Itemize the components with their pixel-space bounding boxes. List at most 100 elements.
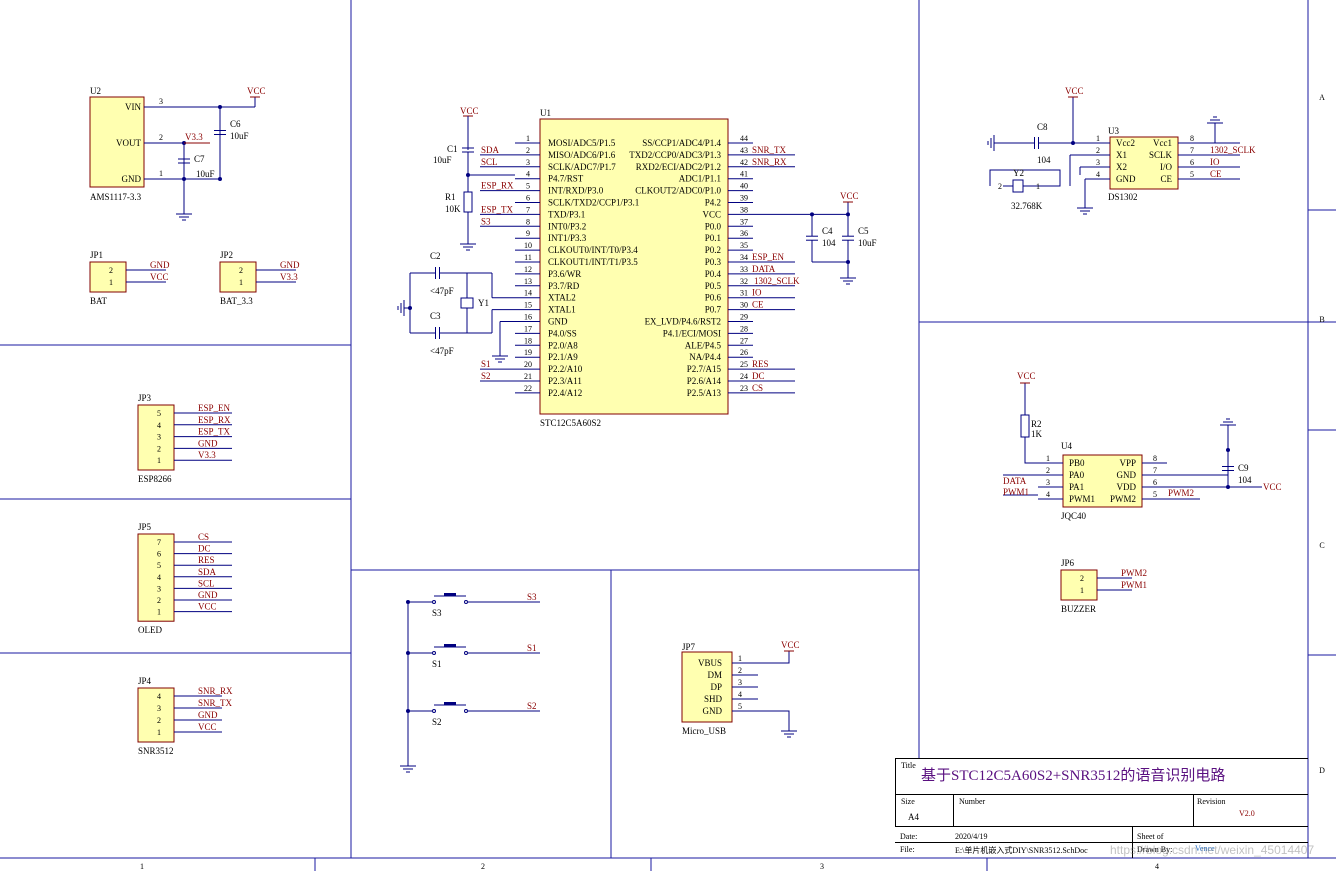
jp7-pin-num: 5 <box>738 702 742 711</box>
u1-right-num: 44 <box>740 134 748 143</box>
y2-pin2: 2 <box>998 182 1002 191</box>
u1-left-pin: P4.7/RST <box>548 174 584 184</box>
u1-left-pin: SCLK/ADC7/P1.7 <box>548 162 616 172</box>
zone-col-label: 3 <box>820 862 824 871</box>
u3-name: DS1302 <box>1108 192 1138 202</box>
u1-right-pin: TXD2/CCP0/ADC3/P1.3 <box>629 150 721 160</box>
revision-label: Revision <box>1197 797 1226 806</box>
jp4-net-label: SNR_TX <box>198 698 233 708</box>
jp5-pin-num: 2 <box>157 596 161 605</box>
wire <box>1167 430 1229 476</box>
u1-right-num: 28 <box>740 324 748 333</box>
schematic-drawing: ABCD1 2 3 4 U2VIN3VOUT2GND1AMS1117-3.3VCCV3… <box>0 0 1336 871</box>
jp5-net-label: GND <box>198 590 218 600</box>
jp6-pin-num: 2 <box>1080 574 1084 583</box>
u1-left-pin: P2.1/A9 <box>548 352 578 362</box>
u3-right-num: 8 <box>1190 134 1194 143</box>
u1-right-num: 31 <box>740 289 748 298</box>
jp6-net-label: PWM1 <box>1121 580 1147 590</box>
jp3-net-label: V3.3 <box>198 450 216 460</box>
switch-designator: S1 <box>432 659 442 669</box>
u2-pin-num: 2 <box>159 133 163 142</box>
y2-pin1: 1 <box>1036 182 1040 191</box>
c2-des: C2 <box>430 251 441 261</box>
wire <box>758 710 790 725</box>
switch-net: S1 <box>527 643 537 653</box>
c4-des: C4 <box>822 226 833 236</box>
u4-left-num: 1 <box>1046 454 1050 463</box>
u3-left-num: 4 <box>1096 170 1100 179</box>
jp3-pin-num: 5 <box>157 409 161 418</box>
u3-right-net: CE <box>1210 169 1222 179</box>
size-label: Size <box>901 797 915 806</box>
u3-right-pin: SCLK <box>1149 150 1173 160</box>
u1-left-num: 12 <box>524 265 532 274</box>
u1-left-net: S2 <box>481 371 491 381</box>
u1-right-pin: P2.5/A13 <box>687 388 722 398</box>
u1-left-num: 2 <box>526 146 530 155</box>
size-value: A4 <box>908 812 919 822</box>
jp1-designator: JP1 <box>90 250 103 260</box>
u2-pin-num: 1 <box>159 169 163 178</box>
u4-right-pin: VDD <box>1117 482 1137 492</box>
u1-right-net: DATA <box>752 264 776 274</box>
jp6-designator: JP6 <box>1061 558 1075 568</box>
zone-row-label: D <box>1319 766 1325 775</box>
jp1-body <box>89 261 127 293</box>
u1-left-pin: P3.6/WR <box>548 269 581 279</box>
u3-left-num: 1 <box>1096 134 1100 143</box>
u1-right-pin: P2.7/A15 <box>687 364 722 374</box>
zone-row-label: A <box>1319 93 1325 102</box>
switch-button <box>444 644 456 647</box>
u1-right-num: 39 <box>740 194 748 203</box>
switch-designator: S2 <box>432 717 442 727</box>
u3-right-num: 6 <box>1190 158 1194 167</box>
jp3-designator: JP3 <box>138 393 152 403</box>
drawing-title: 基于STC12C5A60S2+SNR3512的语音识别电路 <box>921 768 1226 784</box>
u1-left-num: 20 <box>524 360 532 369</box>
jp7-pin-name: GND <box>703 706 723 716</box>
date-value: 2020/4/19 <box>955 832 988 841</box>
u1-left-num: 17 <box>524 324 532 333</box>
switch-net: S3 <box>527 592 537 602</box>
u1-right-pin: RXD2/ECI/ADC2/P1.2 <box>636 162 721 172</box>
switch-contact <box>432 651 436 655</box>
u1-left-pin: INT0/P3.2 <box>548 221 586 231</box>
u1-right-pin: VCC <box>702 209 721 219</box>
u1-left-pin: TXD/P3.1 <box>548 209 585 219</box>
u1-left-pin: P4.0/SS <box>548 328 577 338</box>
jp4-pin-num: 1 <box>157 728 161 737</box>
u1-right-num: 30 <box>740 301 748 310</box>
date-label: Date: <box>900 832 918 841</box>
u1-left-num: 4 <box>526 170 530 179</box>
u1-right-net: RES <box>752 359 769 369</box>
u3-left-pin: X2 <box>1116 162 1127 172</box>
u1-left-net: ESP_RX <box>481 181 514 191</box>
u1-right-pin: P4.2 <box>705 198 721 208</box>
switch-contact <box>464 651 468 655</box>
u3-right-num: 5 <box>1190 170 1194 179</box>
jp5-body <box>137 533 175 622</box>
c1-val: 10uF <box>433 155 452 165</box>
u1-designator: U1 <box>540 108 551 118</box>
u4-left-num: 4 <box>1046 490 1050 499</box>
jp4-pin-num: 2 <box>157 716 161 725</box>
u1-left-pin: CLKOUT1/INT/T1/P3.5 <box>548 257 638 267</box>
u3-right-pin: CE <box>1160 174 1172 184</box>
jp2-designator: JP2 <box>220 250 233 260</box>
jp2-pin-num: 1 <box>239 278 243 287</box>
switch-contact <box>432 709 436 713</box>
u1-left-net: SDA <box>481 145 500 155</box>
jp3-pin-num: 2 <box>157 444 161 453</box>
u4-vcc2-label: VCC <box>1263 482 1282 492</box>
u1-left-num: 14 <box>524 289 532 298</box>
u1-right-pin: P0.0 <box>705 221 722 231</box>
u1-left-pin: XTAL2 <box>548 293 576 303</box>
r2-resistor <box>1020 414 1030 438</box>
u3-right-pin: Vcc1 <box>1153 138 1172 148</box>
u1-right-pin: SS/CCP1/ADC4/P1.4 <box>642 138 721 148</box>
r1-resistor <box>463 191 473 213</box>
switch-contact <box>432 600 436 604</box>
watermark: https://blog.csdn.net/weixin_45014407 <box>1110 843 1315 857</box>
c3-des: C3 <box>430 311 441 321</box>
